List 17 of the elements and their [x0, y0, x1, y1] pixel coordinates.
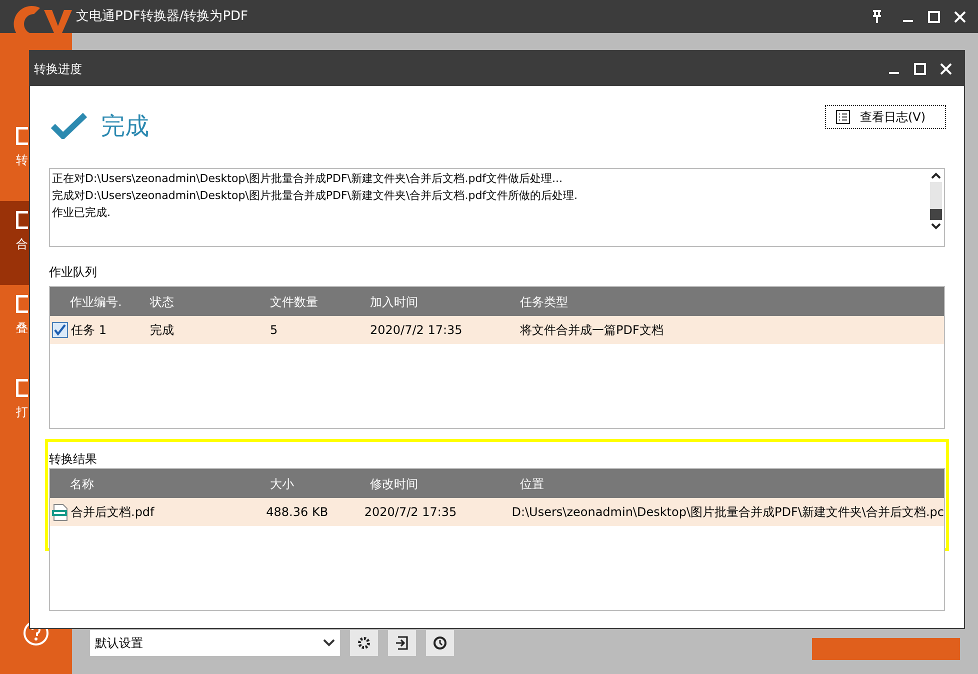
table-cell: 完成: [150, 323, 174, 337]
table-cell: 488.36 KB: [266, 505, 328, 519]
table-cell: 2020/7/2 17:35: [364, 505, 457, 519]
table-cell: 2020/7/2 17:35: [370, 323, 462, 337]
table-cell-text: 合并后文档.pdf: [71, 504, 154, 521]
table-cell: 将文件合并成一篇PDF文档: [520, 323, 664, 337]
status-heading: 完成: [101, 111, 149, 142]
log-line: 正在对D:\Users\zeonadmin\Desktop\图片批量合并成PDF\新建文件夹\合并后文档.pdf文件做后处理...: [52, 171, 564, 187]
dialog-title: 转换进度: [34, 60, 83, 78]
log-line: 作业已完成.: [52, 205, 112, 221]
section-label: 转换结果: [49, 452, 97, 466]
section-label: 作业队列: [49, 264, 97, 281]
table-cell: D:\Users\zeonadmin\Desktop\图片批量合并成PDF\新建文件夹\合并后文档.pc: [512, 505, 944, 519]
table-cell: 5: [270, 323, 278, 337]
window-title: 文电通PDF转换器/转换为PDF: [76, 8, 250, 26]
table-cell-text: 任务 1: [71, 322, 106, 339]
log-line: 完成对D:\Users\zeonadmin\Desktop\图片批量合并成PDF\新建文件夹\合并后文档.pdf文件所做的后处理.: [52, 188, 579, 204]
